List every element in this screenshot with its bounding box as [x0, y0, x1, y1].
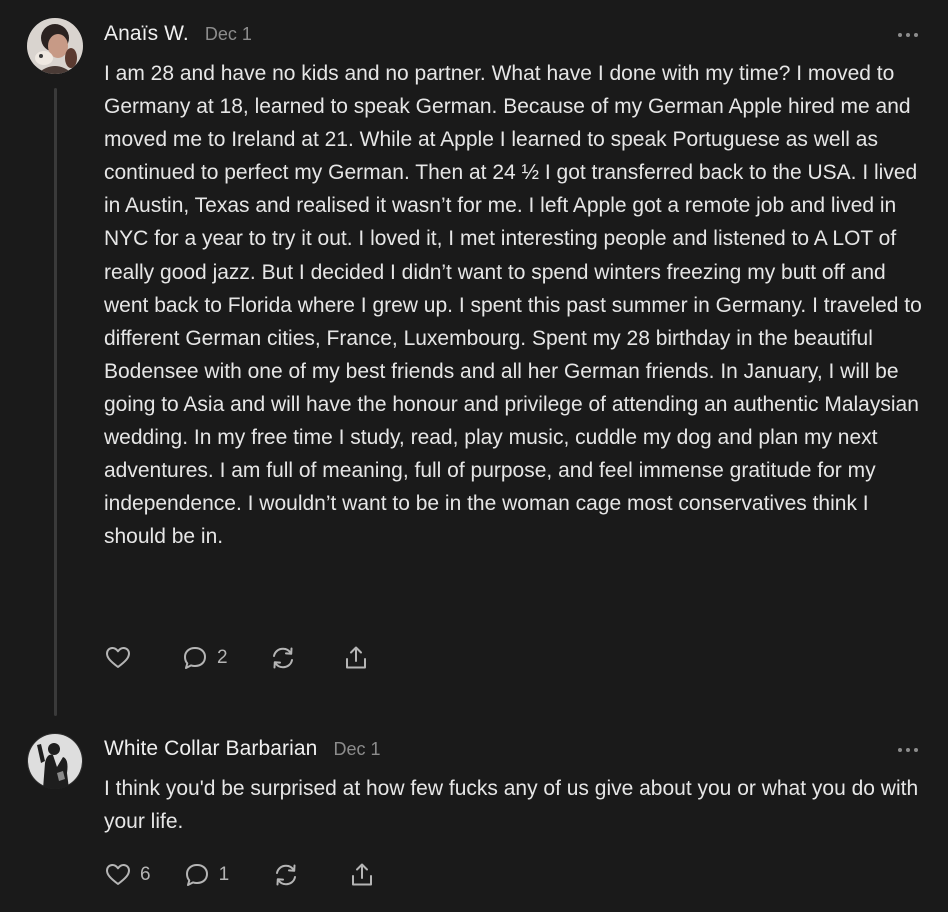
comment-bubble-icon — [184, 647, 206, 669]
comment-actions: 6 1 — [104, 860, 376, 890]
restack-icon — [272, 647, 293, 669]
comment: Anaïs W. Dec 1 I am 28 and have no kids … — [0, 0, 948, 720]
comment-body: I am 28 and have no kids and no partner.… — [104, 62, 922, 549]
comment-bubble-icon — [185, 864, 208, 886]
restack-button[interactable] — [272, 861, 300, 889]
reply-button[interactable]: 2 — [181, 644, 228, 672]
author-name[interactable]: White Collar Barbarian — [104, 737, 317, 761]
like-button[interactable]: 6 — [104, 861, 151, 889]
share-button[interactable] — [342, 644, 370, 672]
more-dots-icon[interactable] — [898, 746, 918, 754]
comment: White Collar Barbarian Dec 1 I think you… — [0, 720, 948, 912]
like-count: 6 — [140, 864, 151, 885]
comment-body: I think you'd be surprised at how few fu… — [104, 777, 919, 834]
reply-button[interactable]: 1 — [183, 861, 230, 889]
heart-icon — [106, 647, 130, 668]
reply-count: 1 — [218, 864, 230, 885]
avatar[interactable] — [27, 733, 83, 789]
restack-icon — [276, 864, 297, 886]
comment-actions: 2 — [104, 643, 370, 673]
comment-date[interactable]: Dec 1 — [333, 739, 380, 760]
share-icon — [345, 646, 366, 669]
share-button[interactable] — [348, 861, 376, 889]
heart-icon — [106, 864, 130, 885]
restack-button[interactable] — [269, 644, 297, 672]
reply-count: 2 — [217, 647, 228, 668]
comment-date[interactable]: Dec 1 — [205, 24, 252, 45]
avatar[interactable] — [27, 18, 83, 74]
comment-header: White Collar Barbarian Dec 1 — [104, 737, 380, 761]
more-dots-icon[interactable] — [898, 31, 918, 39]
comment-header: Anaïs W. Dec 1 — [104, 22, 252, 46]
share-icon — [352, 863, 373, 886]
thread-line — [54, 88, 57, 716]
author-name[interactable]: Anaïs W. — [104, 22, 189, 46]
like-button[interactable] — [104, 644, 140, 672]
